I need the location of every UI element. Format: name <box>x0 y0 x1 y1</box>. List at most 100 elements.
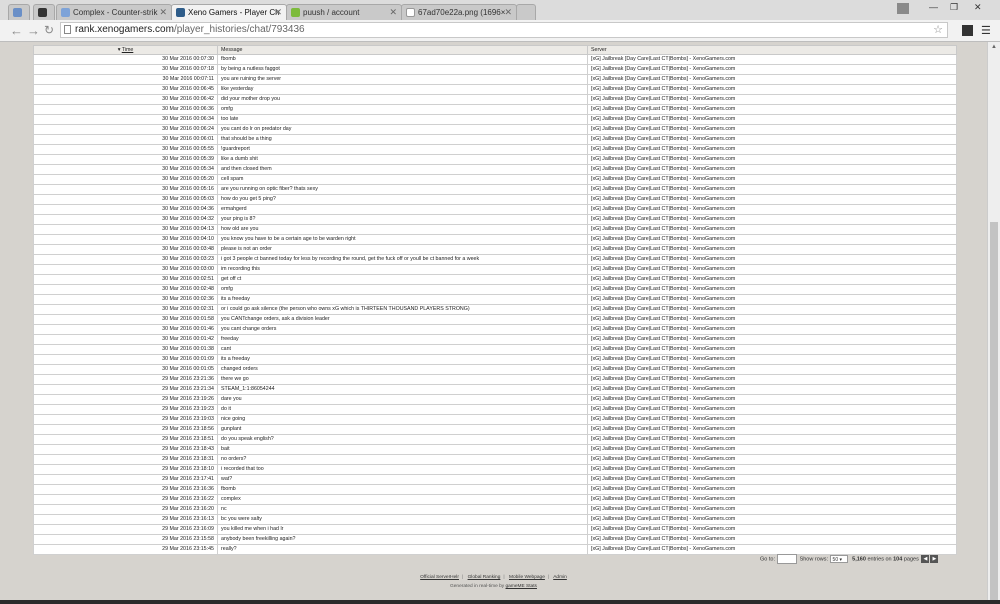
app-icon <box>38 8 47 17</box>
page-icon <box>64 25 71 34</box>
cell-time: 30 Mar 2016 00:07:18 <box>33 64 218 75</box>
cell-server: [xG] Jailbreak [Day Care|Last CT|Bombs] … <box>587 464 957 475</box>
cell-server: [xG] Jailbreak [Day Care|Last CT|Bombs] … <box>587 304 957 315</box>
cell-time: 30 Mar 2016 00:05:16 <box>33 184 218 195</box>
cell-message: like yesterday <box>217 84 588 95</box>
scroll-up-icon[interactable]: ▲ <box>991 44 997 50</box>
table-row: 30 Mar 2016 00:04:10 you know you have to… <box>33 234 957 245</box>
close-icon[interactable]: ✕ <box>159 7 167 18</box>
cell-time: 29 Mar 2016 23:19:03 <box>33 414 218 425</box>
tab-image[interactable]: 67ad70e22a.png (1696× ✕ <box>401 4 517 20</box>
extension-icon[interactable] <box>962 25 973 36</box>
table-row: 30 Mar 2016 00:04:32 your ping is 8? [xG] … <box>33 214 957 225</box>
page-scrollbar[interactable]: ▲ <box>987 42 1000 604</box>
chat-history-table: ▾ Time Message Server 30 Mar 2016 00:07:… <box>33 45 957 555</box>
column-header-message[interactable]: Message <box>217 45 588 55</box>
cell-message: you killed me when i had lr <box>217 524 588 535</box>
tab-complex[interactable]: Complex - Counter-strik ✕ <box>56 4 172 20</box>
table-row: 30 Mar 2016 00:01:05 changed orders [xG] J… <box>33 364 957 375</box>
cell-server: [xG] Jailbreak [Day Care|Last CT|Bombs] … <box>587 314 957 325</box>
table-row: 30 Mar 2016 00:05:39 like a dumb shit [xG]… <box>33 154 957 165</box>
footer-link[interactable]: Admin <box>553 575 567 580</box>
cell-message: wat? <box>217 474 588 485</box>
cell-server: [xG] Jailbreak [Day Care|Last CT|Bombs] … <box>587 214 957 225</box>
footer-link[interactable]: Official ServerHelr <box>420 575 459 580</box>
footer-link[interactable]: Mobile Webpage <box>509 575 545 580</box>
close-icon[interactable]: ✕ <box>504 7 512 18</box>
tab-xeno-gamers[interactable]: Xeno Gamers - Player Ch ✕ <box>171 4 287 20</box>
menu-icon[interactable]: ☰ <box>981 24 991 37</box>
window-close-icon[interactable]: ✕ <box>974 2 982 13</box>
cell-time: 30 Mar 2016 00:04:36 <box>33 204 218 215</box>
close-icon[interactable]: ✕ <box>389 7 397 18</box>
cell-time: 30 Mar 2016 00:05:39 <box>33 154 218 165</box>
table-row: 30 Mar 2016 00:03:00 im recording this [xG… <box>33 264 957 275</box>
cell-server: [xG] Jailbreak [Day Care|Last CT|Bombs] … <box>587 474 957 485</box>
address-bar[interactable]: rank.xenogamers.com/player_histories/cha… <box>60 22 948 38</box>
cell-time: 30 Mar 2016 00:05:03 <box>33 194 218 205</box>
profile-icon[interactable] <box>897 3 909 14</box>
cell-message: or i could go ask silence (the person wh… <box>217 304 588 315</box>
table-row: 29 Mar 2016 23:21:34 STEAM_1:1:86054244 [x… <box>33 384 957 395</box>
table-row: 30 Mar 2016 00:01:46 you cant change orde… <box>33 324 957 335</box>
reload-icon[interactable]: ↻ <box>44 23 54 37</box>
cell-message: complex <box>217 494 588 505</box>
table-row: 30 Mar 2016 00:02:48 omfg [xG] Jailbreak [… <box>33 284 957 295</box>
footer-links: Official ServerHelr | Global Ranking | Mob… <box>420 575 567 580</box>
scrollbar-thumb[interactable] <box>990 222 998 604</box>
table-row: 29 Mar 2016 23:18:43 bait [xG] Jailbreak [… <box>33 444 957 455</box>
forward-icon[interactable]: → <box>27 23 40 38</box>
cell-server: [xG] Jailbreak [Day Care|Last CT|Bombs] … <box>587 224 957 235</box>
minimize-icon[interactable]: — <box>929 2 938 12</box>
table-row: 30 Mar 2016 00:03:48 please is not an ord… <box>33 244 957 255</box>
table-row: 30 Mar 2016 00:06:45 like yesterday [xG] J… <box>33 84 957 95</box>
prev-page-icon[interactable]: ◀ <box>921 555 930 563</box>
cell-message: no orders? <box>217 454 588 465</box>
cell-server: [xG] Jailbreak [Day Care|Last CT|Bombs] … <box>587 184 957 195</box>
column-header-time[interactable]: ▾ Time <box>33 45 218 55</box>
gameme-link[interactable]: gameME Stats <box>506 584 537 589</box>
cell-time: 29 Mar 2016 23:19:26 <box>33 394 218 405</box>
cell-message: and then closed them <box>217 164 588 175</box>
cell-server: [xG] Jailbreak [Day Care|Last CT|Bombs] … <box>587 134 957 145</box>
cell-server: [xG] Jailbreak [Day Care|Last CT|Bombs] … <box>587 54 957 65</box>
table-row: 30 Mar 2016 00:06:34 too late [xG] Jailbre… <box>33 114 957 125</box>
bookmark-star-icon[interactable]: ☆ <box>933 23 943 37</box>
footer-link[interactable]: Global Ranking <box>468 575 501 580</box>
cell-time: 29 Mar 2016 23:18:31 <box>33 454 218 465</box>
table-row: 30 Mar 2016 00:01:09 its a freeday [xG] Ja… <box>33 354 957 365</box>
maximize-icon[interactable]: ❐ <box>950 2 958 13</box>
cell-server: [xG] Jailbreak [Day Care|Last CT|Bombs] … <box>587 74 957 85</box>
tab-label: Xeno Gamers - Player Ch <box>188 8 280 17</box>
cell-server: [xG] Jailbreak [Day Care|Last CT|Bombs] … <box>587 94 957 105</box>
cell-time: 30 Mar 2016 00:06:24 <box>33 124 218 135</box>
cell-time: 30 Mar 2016 00:04:32 <box>33 214 218 225</box>
cell-message: cell spam <box>217 174 588 185</box>
cell-time: 30 Mar 2016 00:03:00 <box>33 264 218 275</box>
goto-page-input[interactable] <box>776 554 797 564</box>
url-host: rank.xenogamers.com <box>75 24 174 35</box>
close-icon[interactable]: ✕ <box>274 7 282 18</box>
cell-message: how do you get 5 ping? <box>217 194 588 205</box>
cell-server: [xG] Jailbreak [Day Care|Last CT|Bombs] … <box>587 404 957 415</box>
cell-server: [xG] Jailbreak [Day Care|Last CT|Bombs] … <box>587 514 957 525</box>
cell-message: you know you have to be a certain age to… <box>217 234 588 245</box>
tab-pinned-2[interactable] <box>33 4 55 20</box>
cell-message: please is not an order <box>217 244 588 255</box>
next-page-icon[interactable]: ▶ <box>930 555 939 563</box>
rows-per-page-select[interactable]: 50 ▾ <box>829 555 848 563</box>
cell-message: its a freeday <box>217 354 588 365</box>
new-tab-button[interactable] <box>516 4 536 20</box>
table-row: 30 Mar 2016 00:01:42 freeday [xG] Jailbrea… <box>33 334 957 345</box>
cell-time: 30 Mar 2016 00:07:30 <box>33 54 218 65</box>
cell-message: freeday <box>217 334 588 345</box>
table-row: 30 Mar 2016 00:06:42 did your mother drop… <box>33 94 957 105</box>
column-header-server[interactable]: Server <box>587 45 957 55</box>
cell-server: [xG] Jailbreak [Day Care|Last CT|Bombs] … <box>587 484 957 495</box>
back-icon[interactable]: ← <box>10 23 23 38</box>
tab-puush[interactable]: puush / account ✕ <box>286 4 402 20</box>
table-row: 29 Mar 2016 23:18:31 no orders? [xG] Jailb… <box>33 454 957 465</box>
cell-time: 30 Mar 2016 00:01:38 <box>33 344 218 355</box>
table-row: 29 Mar 2016 23:18:51 do you speak english… <box>33 434 957 445</box>
tab-pinned-1[interactable] <box>8 4 30 20</box>
